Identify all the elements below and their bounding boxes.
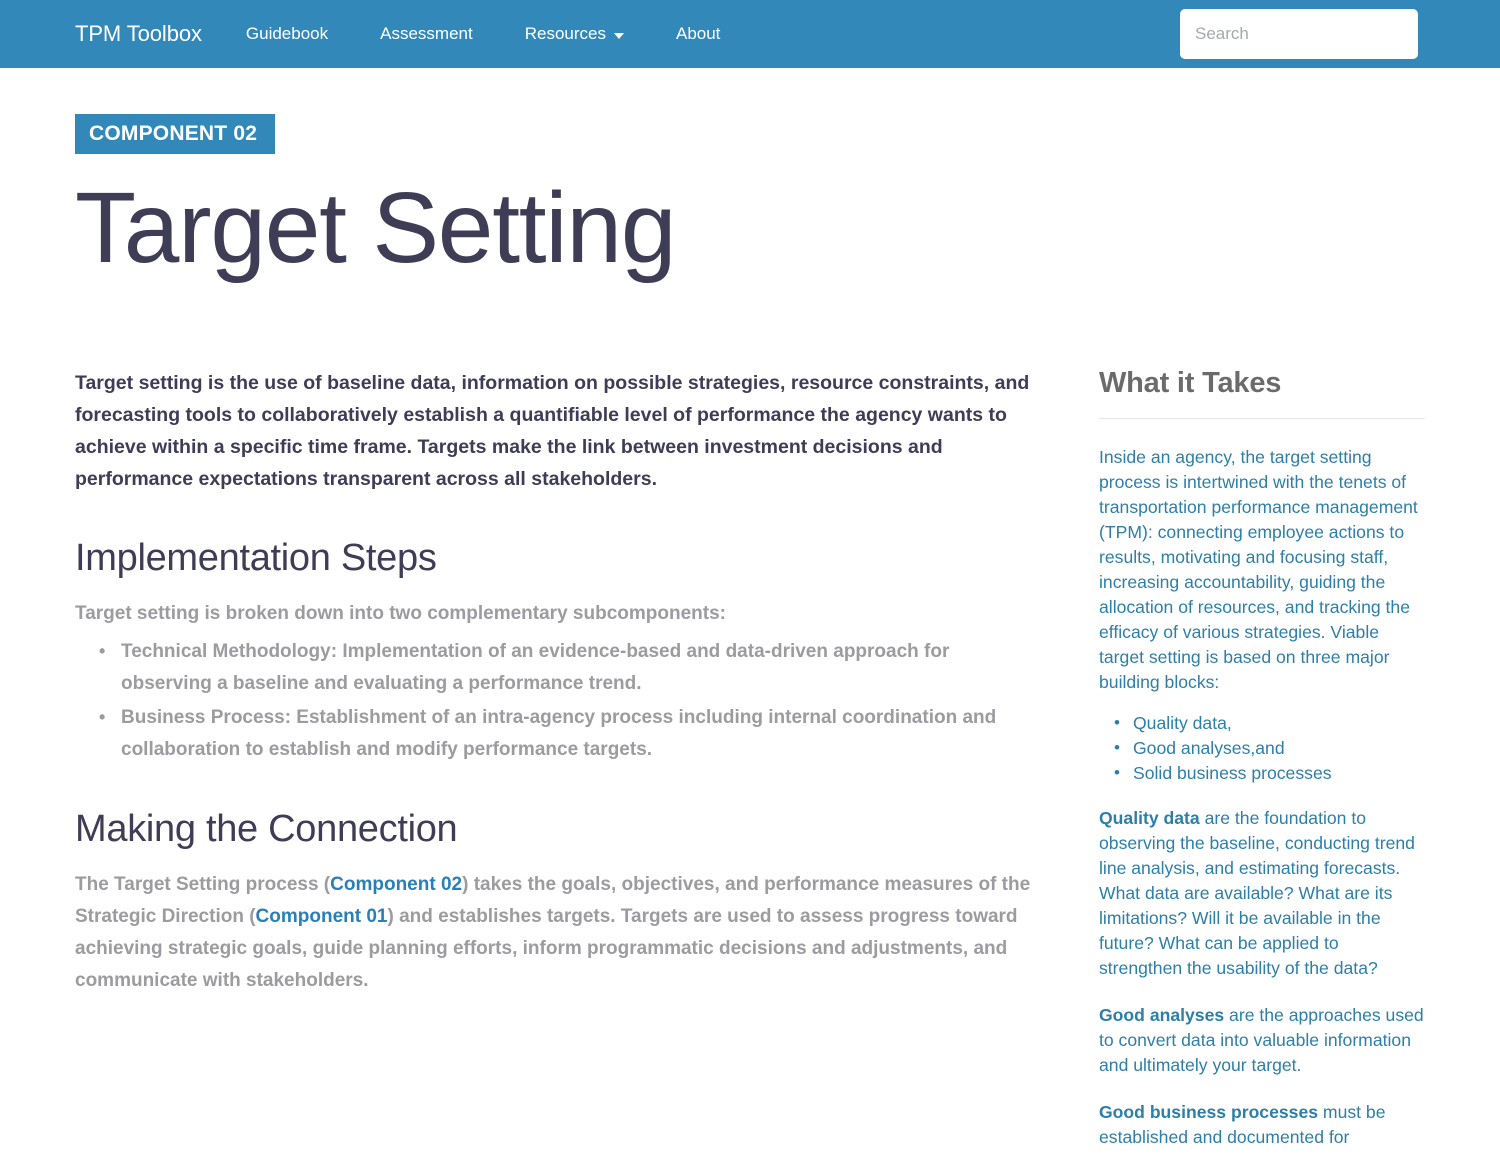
section-heading-making-the-connection: Making the Connection [75, 808, 458, 850]
primary-navigation: Guidebook Assessment Resources About [246, 24, 747, 44]
list-item: Quality data, [1114, 710, 1425, 736]
page-content: COMPONENT 02 Target Setting Target setti… [0, 68, 1500, 1172]
sidebar-paragraph-body: are the foundation to observing the base… [1099, 808, 1415, 978]
nav-label: About [675, 24, 721, 43]
nav-label: Assessment [380, 24, 473, 43]
chevron-down-icon [613, 33, 624, 39]
content-columns: Target setting is the use of baseline da… [75, 367, 1425, 1172]
list-item: Good analyses,and [1114, 735, 1425, 761]
sidebar-building-blocks-list: Quality data, Good analyses,and Solid bu… [1099, 710, 1425, 786]
sidebar-paragraph-good-business-processes: Good business processes must be establis… [1099, 1100, 1425, 1150]
nav-item-assessment[interactable]: Assessment [354, 24, 499, 44]
top-navbar: TPM Toolbox Guidebook Assessment Resourc… [0, 0, 1500, 68]
implementation-steps-list: Technical Methodology: Implementation of… [75, 635, 1045, 766]
lead-paragraph: Target setting is the use of baseline da… [75, 372, 1030, 490]
list-item: Solid business processes [1114, 760, 1425, 786]
link-component-02[interactable]: Component 02 [330, 874, 462, 895]
page-title: Target Setting [75, 172, 676, 284]
sidebar-paragraph-lead-in: Good analyses [1099, 1005, 1225, 1025]
nav-label: Resources [524, 24, 606, 43]
implementation-steps-intro: Target setting is broken down into two c… [75, 603, 726, 624]
sidebar-intro-paragraph: Inside an agency, the target setting pro… [1099, 447, 1418, 692]
main-column: Target setting is the use of baseline da… [75, 367, 1085, 1003]
sidebar-paragraph-quality-data: Quality data are the foundation to obser… [1099, 806, 1425, 981]
nav-label: Guidebook [245, 24, 329, 43]
nav-item-guidebook[interactable]: Guidebook [246, 24, 354, 44]
sidebar-paragraph-lead-in: Quality data [1099, 808, 1200, 828]
sidebar-heading: What it Takes [1099, 367, 1282, 399]
nav-item-about[interactable]: About [650, 24, 746, 44]
nav-item-resources[interactable]: Resources [499, 24, 650, 44]
component-badge: COMPONENT 02 [75, 114, 276, 154]
search-input[interactable] [1180, 9, 1418, 59]
making-the-connection-paragraph: The Target Setting process (Component 02… [75, 869, 1045, 997]
link-component-01[interactable]: Component 01 [256, 906, 388, 927]
sidebar-what-it-takes: What it Takes Inside an agency, the targ… [1085, 367, 1425, 1172]
paragraph-text-part-1: The Target Setting process ( [75, 874, 331, 895]
sidebar-paragraph-good-analyses: Good analyses are the approaches used to… [1099, 1003, 1425, 1078]
list-item: Business Process: Establishment of an in… [99, 701, 1045, 766]
sidebar-divider [1099, 418, 1425, 419]
sidebar-paragraph-lead-in: Good business processes [1099, 1102, 1319, 1122]
search-container [1180, 9, 1418, 59]
brand-link[interactable]: TPM Toolbox [75, 21, 202, 47]
section-heading-implementation-steps: Implementation Steps [75, 537, 437, 579]
list-item: Technical Methodology: Implementation of… [99, 635, 1045, 700]
